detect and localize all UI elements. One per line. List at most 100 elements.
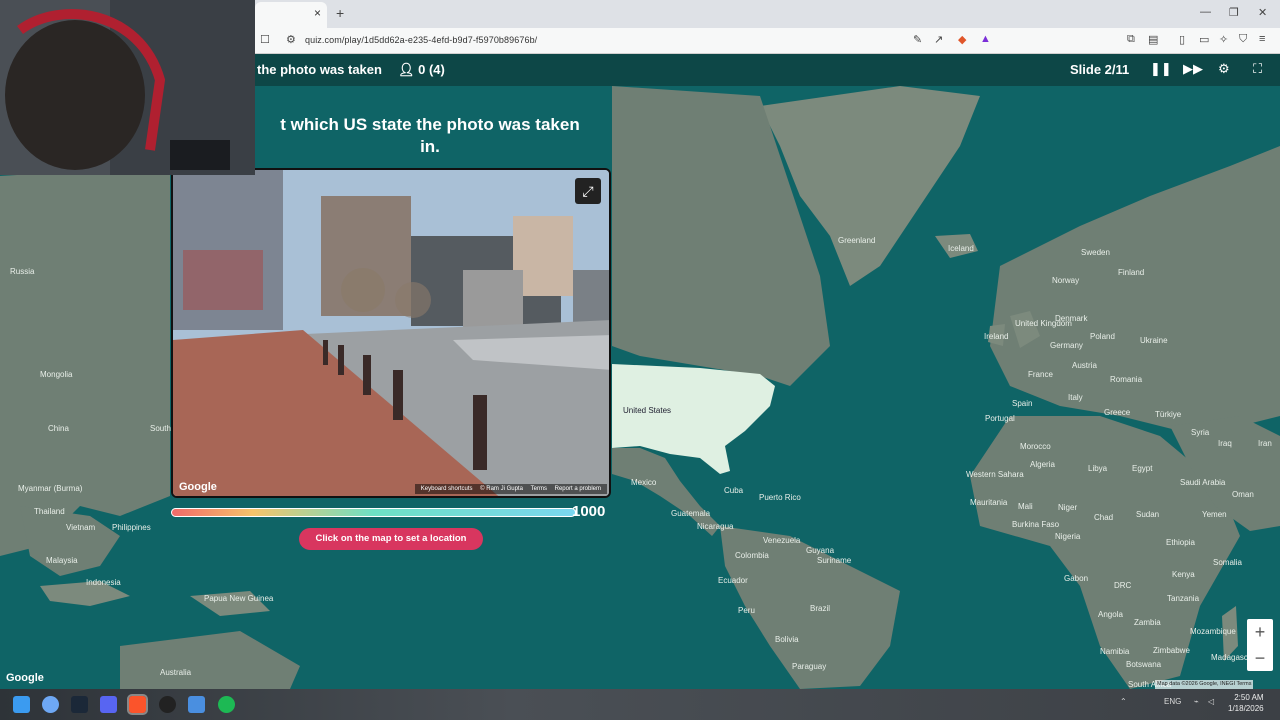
street-view-panel[interactable]: ⤢ Google Keyboard shortcuts © Ram Ji Gup… xyxy=(171,168,611,498)
street-view-image xyxy=(173,170,609,496)
clock-time: 2:50 AM xyxy=(1234,693,1264,702)
language-indicator[interactable]: ENG xyxy=(1164,697,1181,706)
label-angola: Angola xyxy=(1098,610,1123,619)
zoom-in-button[interactable]: + xyxy=(1247,619,1273,645)
question-line-1: t which US state the photo was taken xyxy=(280,115,580,134)
label-mauritania: Mauritania xyxy=(970,498,1008,507)
label-namibia: Namibia xyxy=(1100,647,1130,656)
skip-icon[interactable]: ▶▶ xyxy=(1183,61,1203,77)
bookmark-icon[interactable]: ☐ xyxy=(260,33,270,46)
taskbar: ⌃ ENG ⌁ ◁ 2:50 AM 1/18/2026 xyxy=(0,689,1280,720)
clock-date: 1/18/2026 xyxy=(1228,704,1264,713)
label-cuba: Cuba xyxy=(724,486,744,495)
url-field[interactable]: quiz.com/play/1d5dd62a-e235-4efd-b9d7-f5… xyxy=(305,35,537,45)
label-drc: DRC xyxy=(1114,581,1132,590)
label-indonesia: Indonesia xyxy=(86,578,121,587)
brave-icon[interactable] xyxy=(127,694,148,715)
tab-close-icon[interactable]: × xyxy=(314,6,321,20)
label-nigeria: Nigeria xyxy=(1055,532,1081,541)
site-settings-icon[interactable]: ⚙ xyxy=(286,33,296,46)
obs-icon[interactable] xyxy=(159,696,176,713)
close-window-icon[interactable]: ✕ xyxy=(1258,6,1267,19)
pause-icon[interactable]: ❚❚ xyxy=(1150,61,1172,77)
windows-start-icon[interactable] xyxy=(13,696,30,713)
browser-tab[interactable]: × xyxy=(255,2,327,28)
clock[interactable]: 2:50 AM 1/18/2026 xyxy=(1228,692,1264,714)
terms-link[interactable]: Terms xyxy=(531,486,547,492)
keyboard-shortcuts-link[interactable]: Keyboard shortcuts xyxy=(421,486,473,492)
label-oman: Oman xyxy=(1232,490,1254,499)
fullscreen-icon[interactable]: ⛶ xyxy=(1253,61,1262,77)
label-niger: Niger xyxy=(1058,503,1078,512)
set-location-button[interactable]: Click on the map to set a location xyxy=(299,528,483,550)
label-nicaragua: Nicaragua xyxy=(697,522,734,531)
label-algeria: Algeria xyxy=(1030,460,1055,469)
extensions-icon[interactable]: ⧉ xyxy=(1127,33,1135,46)
label-morocco: Morocco xyxy=(1020,442,1051,451)
app-icon[interactable] xyxy=(188,696,205,713)
label-finland: Finland xyxy=(1118,268,1145,277)
zoom-out-button[interactable]: − xyxy=(1247,645,1273,671)
discord-icon[interactable] xyxy=(100,696,117,713)
label-malaysia: Malaysia xyxy=(46,556,78,565)
label-kenya: Kenya xyxy=(1172,570,1195,579)
label-brazil: Brazil xyxy=(810,604,831,613)
spotify-icon[interactable] xyxy=(218,696,235,713)
label-zambia: Zambia xyxy=(1134,618,1161,627)
report-problem-link[interactable]: Report a problem xyxy=(555,486,601,492)
label-thailand: Thailand xyxy=(34,507,65,516)
minimize-icon[interactable]: — xyxy=(1200,6,1211,18)
label-ireland: Ireland xyxy=(984,332,1009,341)
label-australia: Australia xyxy=(160,668,192,677)
photo-credit: © Ram Ji Gupta xyxy=(480,486,523,492)
label-myanmar: Myanmar (Burma) xyxy=(18,484,83,493)
label-mongolia: Mongolia xyxy=(40,370,73,379)
label-zimbabwe: Zimbabwe xyxy=(1153,646,1190,655)
restore-icon[interactable]: ❐ xyxy=(1229,6,1239,19)
new-tab-button[interactable]: + xyxy=(336,5,344,21)
label-ukraine: Ukraine xyxy=(1140,336,1168,345)
player-count: 👤︎ 0 (4) xyxy=(398,62,445,78)
label-turkiye: Türkiye xyxy=(1155,410,1182,419)
translate-icon[interactable]: ✎ xyxy=(913,33,922,46)
label-usa: United States xyxy=(623,406,672,415)
brave-rewards-icon[interactable]: ▲ xyxy=(980,33,991,45)
reading-list-icon[interactable]: ▤ xyxy=(1148,33,1158,46)
menu-icon[interactable]: ≡ xyxy=(1259,33,1265,45)
network-icon[interactable]: ⌁ xyxy=(1194,697,1199,706)
brave-shields-icon[interactable]: ◆ xyxy=(958,33,966,46)
label-norway: Norway xyxy=(1052,276,1080,285)
label-italy: Italy xyxy=(1068,393,1083,402)
question-text: t which US state the photo was taken in. xyxy=(255,114,605,158)
label-greenland: Greenland xyxy=(838,236,876,245)
leo-icon[interactable]: ✧ xyxy=(1219,33,1228,46)
label-guyana: Guyana xyxy=(806,546,835,555)
label-somalia: Somalia xyxy=(1213,558,1242,567)
tray-chevron-icon[interactable]: ⌃ xyxy=(1120,697,1127,706)
label-chad: Chad xyxy=(1094,513,1114,522)
label-iraq: Iraq xyxy=(1218,439,1232,448)
label-sudan: Sudan xyxy=(1136,510,1160,519)
steam-icon[interactable] xyxy=(71,696,88,713)
vpn-icon[interactable]: ⛉ xyxy=(1239,33,1247,46)
label-portugal: Portugal xyxy=(985,414,1015,423)
sidebar-icon[interactable]: ▯ xyxy=(1179,33,1185,46)
label-libya: Libya xyxy=(1088,464,1108,473)
label-tanzania: Tanzania xyxy=(1167,594,1200,603)
quiz-title: the photo was taken xyxy=(257,62,382,77)
expand-icon[interactable]: ⤢ xyxy=(575,178,601,204)
timer-bar xyxy=(171,508,576,517)
street-view-footer: Keyboard shortcuts © Ram Ji Gupta Terms … xyxy=(414,484,607,494)
player-count-value: 0 (4) xyxy=(418,62,445,77)
label-denmark: Denmark xyxy=(1055,314,1088,323)
label-saudi: Saudi Arabia xyxy=(1180,478,1226,487)
label-egypt: Egypt xyxy=(1132,464,1153,473)
wallet-icon[interactable]: ▭ xyxy=(1199,33,1209,46)
copilot-icon[interactable] xyxy=(42,696,59,713)
volume-icon[interactable]: ◁ xyxy=(1208,697,1214,706)
settings-gear-icon[interactable]: ⚙ xyxy=(1218,61,1230,77)
label-russia: Russia xyxy=(10,267,35,276)
label-romania: Romania xyxy=(1110,375,1143,384)
share-icon[interactable]: ↗ xyxy=(934,33,943,46)
label-peru: Peru xyxy=(738,606,755,615)
